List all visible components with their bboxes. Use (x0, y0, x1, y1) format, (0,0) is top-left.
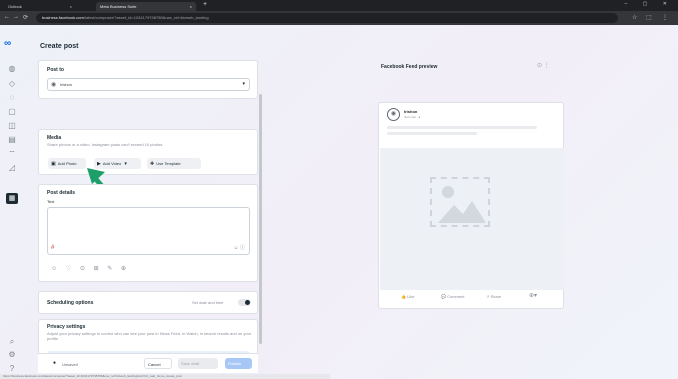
like-action[interactable]: 👍 Like (401, 294, 414, 299)
like-label: Like (407, 294, 415, 299)
status-radio-icon[interactable]: ● (53, 360, 56, 366)
selected-page: Irishon (60, 82, 73, 87)
preview-controls[interactable]: ⊙ ⋮ (537, 62, 550, 69)
meta-logo-icon[interactable]: ∞ (4, 38, 11, 49)
insights-icon[interactable]: ◿ (6, 162, 18, 173)
inbox-icon[interactable]: ▢ (6, 106, 18, 117)
address-bar[interactable]: business.facebook.com/latest/composer/?a… (36, 13, 618, 23)
scheduling-toggle-label: Set date and time (192, 300, 224, 305)
url-path: /latest/composer/?asset_id=1034179798789… (83, 15, 209, 20)
chevron-down-icon: ▾ (124, 161, 127, 167)
comment-icon: 💬 (441, 294, 446, 299)
close-tab-icon[interactable]: × (70, 2, 72, 11)
forward-icon[interactable]: → (13, 14, 19, 20)
use-template-label: Use Template (156, 161, 181, 166)
share-label: Share (490, 294, 502, 299)
browser-tab-outlook[interactable]: Outlook × (4, 2, 76, 11)
page-avatar-icon: ◉ (51, 82, 57, 88)
settings-icon[interactable]: ⚙ (6, 349, 18, 360)
window-controls[interactable]: – ▢ ✕ (625, 1, 674, 7)
feed-preview-card: ◉ Irishon Just now · ● 👍 Like 💬 Comment … (378, 102, 564, 309)
add-photo-label: Add Photo (57, 161, 77, 166)
home-icon[interactable]: ◍ (6, 63, 18, 74)
post-details-label: Post details (47, 190, 76, 196)
image-placeholder-icon (430, 177, 490, 227)
search-icon[interactable]: ⌕ (6, 336, 18, 347)
add-photo-button[interactable]: ▣ Add Photo (48, 158, 86, 169)
photo-icon: ▣ (51, 161, 56, 167)
menu-icon[interactable]: ⋮ (662, 14, 668, 21)
all-tools-icon[interactable]: ▦ (6, 193, 18, 204)
post-to-card: Post to ◉ Irishon ▾ (38, 60, 258, 99)
status-label: Unsaved (62, 362, 78, 367)
publish-button[interactable]: Publish (225, 358, 252, 369)
content-icon[interactable]: ▤ (6, 134, 18, 145)
comment-label: Comment (447, 294, 465, 299)
browser-tab-bar: Outlook × Meta Business Suite × + – ▢ ✕ (0, 0, 678, 11)
preview-page-name: Irishon (404, 109, 418, 114)
page: ∞ ◍ ◇ ◌ ▢ ◫ ▤ ⌔ ◿ ▦ ⌕ ⚙ ? Create post Po… (0, 25, 678, 379)
ads-icon[interactable]: ⌔ (6, 148, 18, 159)
status-bar: https://business.facebook.com/latest/com… (0, 374, 330, 379)
notifications-icon[interactable]: ◇ (6, 78, 18, 89)
new-tab-icon[interactable]: + (203, 1, 207, 8)
posts-icon[interactable]: ◌ (6, 92, 18, 103)
emoji-tool-icon[interactable]: ☺ (51, 266, 57, 272)
left-nav-rail: ∞ ◍ ◇ ◌ ▢ ◫ ▤ ⌔ ◿ ▦ ⌕ ⚙ ? (0, 25, 26, 379)
scheduling-toggle[interactable] (238, 299, 251, 306)
scheduling-card: Scheduling options Set date and time (38, 291, 258, 314)
audience-icon[interactable]: ⊕▾ (529, 292, 537, 299)
template-icon: ✚ (150, 161, 155, 167)
preview-page-meta: Just now · ● (404, 115, 421, 119)
like-icon: 👍 (401, 294, 406, 299)
post-to-label: Post to (47, 67, 64, 73)
chevron-down-icon: ▾ (242, 81, 245, 87)
close-tab-icon[interactable]: × (190, 2, 192, 11)
cancel-button[interactable]: Cancel (144, 358, 172, 369)
hashtag-icon[interactable]: # (51, 245, 54, 251)
text-placeholder-line (387, 126, 537, 129)
privacy-label: Privacy settings (47, 324, 86, 330)
back-icon[interactable]: ← (4, 14, 10, 20)
browser-tab-meta[interactable]: Meta Business Suite × (96, 2, 196, 11)
scheduling-label: Scheduling options (47, 300, 94, 306)
location-tool-icon[interactable]: ⊙ (80, 266, 85, 272)
media-card: Media Share photos or a video. Instagram… (38, 129, 258, 175)
feeling-tool-icon[interactable]: ♡ (66, 266, 71, 272)
help-icon[interactable]: ? (6, 363, 18, 374)
post-text-input[interactable]: # ☺ ⓘ (47, 207, 250, 255)
comment-action[interactable]: 💬 Comment (441, 294, 464, 299)
media-label: Media (47, 135, 62, 141)
emoji-counter[interactable]: ☺ ⓘ (234, 244, 246, 251)
composer-scrollbar[interactable] (259, 94, 262, 344)
share-action[interactable]: ↗ Share (486, 294, 501, 299)
tab-title: Outlook (8, 4, 22, 9)
save-draft-button[interactable]: Save draft (178, 358, 218, 369)
preview-title: Facebook Feed preview (381, 64, 438, 70)
bookmark-icon[interactable]: ☆ (632, 14, 637, 21)
edit-tool-icon[interactable]: ✎ (107, 266, 112, 272)
share-icon: ↗ (486, 294, 490, 299)
composer-footer: ● Unsaved Cancel Save draft Publish (38, 353, 258, 373)
more-tool-icon[interactable]: ⊕ (121, 266, 126, 272)
reload-icon[interactable]: ⟳ (23, 14, 28, 21)
mountain-image-icon (438, 186, 486, 223)
browser-toolbar: ← → ⟳ business.facebook.com/latest/compo… (0, 11, 678, 25)
text-tools: ☺ ♡ ⊙ ⊞ ✎ ⊕ (51, 265, 126, 272)
text-label: Text (47, 199, 55, 204)
page-selector[interactable]: ◉ Irishon ▾ (47, 78, 250, 91)
page-title: Create post (40, 43, 79, 50)
text-placeholder-line (387, 132, 477, 135)
planner-icon[interactable]: ◫ (6, 120, 18, 131)
media-description: Share photos or a video. Instagram posts… (47, 142, 164, 147)
media-placeholder (380, 148, 564, 290)
extensions-icon[interactable]: ⬚ (646, 14, 652, 21)
tab-title: Meta Business Suite (100, 4, 137, 9)
post-details-card: Post details Text # ☺ ⓘ ☺ ♡ ⊙ ⊞ ✎ ⊕ (38, 184, 258, 282)
privacy-description: Adjust your privacy settings to control … (47, 331, 252, 341)
url-host: business.facebook.com (42, 15, 84, 20)
gallery-tool-icon[interactable]: ⊞ (94, 266, 99, 272)
page-avatar-icon: ◉ (387, 108, 400, 121)
use-template-button[interactable]: ✚ Use Template (147, 158, 201, 169)
